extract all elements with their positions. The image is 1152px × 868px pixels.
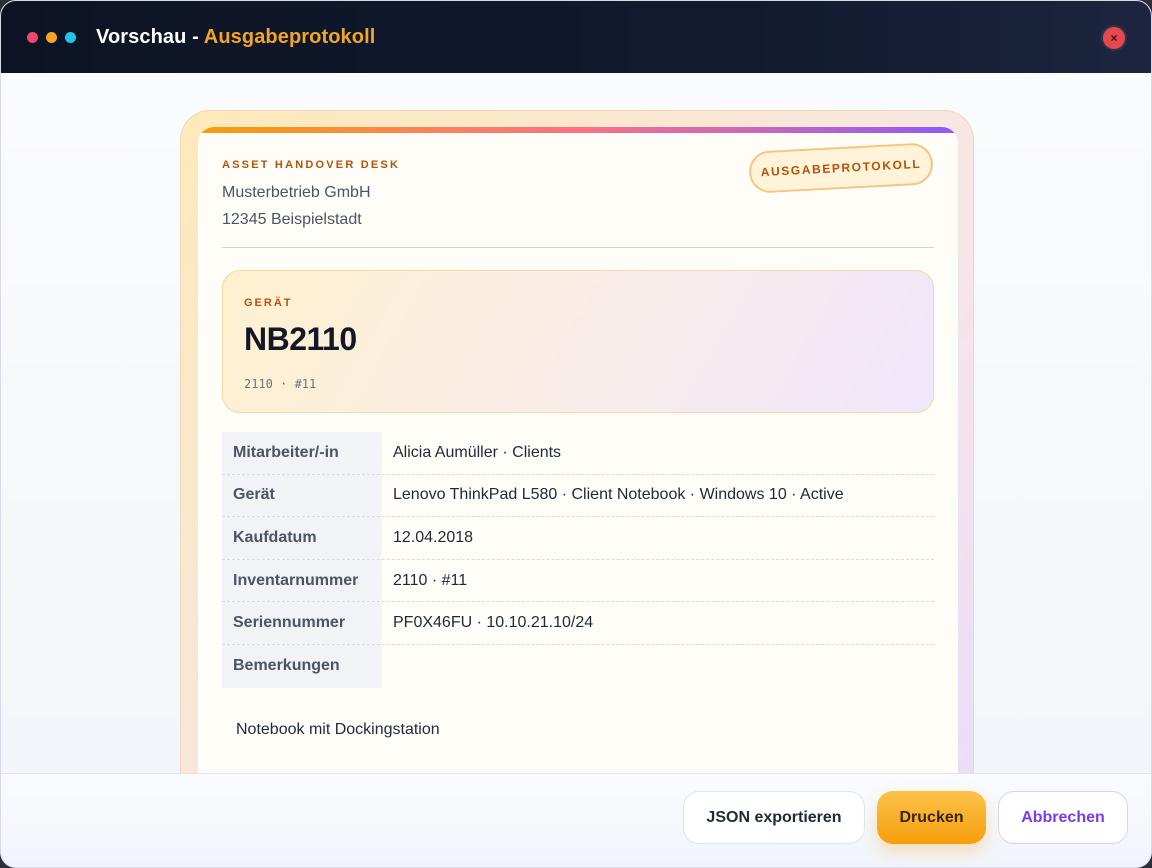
device-summary: GERÄT NB2110 2110 · #11 <box>222 270 934 413</box>
export-json-button[interactable]: JSON exportieren <box>683 791 865 844</box>
row-key: Mitarbeiter/-in <box>222 432 382 474</box>
preview-window: Vorschau - Ausgabeprotokoll × ASSET HAND… <box>0 0 1152 868</box>
row-key: Bemerkungen <box>222 644 382 688</box>
row-value: 12.04.2018 <box>393 528 474 546</box>
table-row: Gerät Lenovo ThinkPad L580 · Client Note… <box>222 474 934 518</box>
row-key: Kaufdatum <box>222 517 382 559</box>
document-accent-bar <box>198 127 958 133</box>
notes-text: Notebook mit Dockingstation <box>236 721 440 738</box>
document-frame: ASSET HANDOVER DESK Musterbetrieb GmbH 1… <box>180 110 974 773</box>
handover-document: ASSET HANDOVER DESK Musterbetrieb GmbH 1… <box>198 127 958 773</box>
row-value <box>382 645 934 688</box>
yellow-dot-icon[interactable] <box>46 31 57 43</box>
window-controls <box>27 31 76 43</box>
device-subtitle: 2110 · #11 <box>244 377 317 391</box>
close-icon[interactable]: × <box>1103 27 1125 49</box>
window-title-accent: Ausgabeprotokoll <box>203 25 376 48</box>
header-divider <box>222 247 934 248</box>
company-city: 12345 Beispielstadt <box>222 211 362 228</box>
company-name: Musterbetrieb GmbH <box>222 184 371 201</box>
row-value: Lenovo ThinkPad L580 · Client Notebook ·… <box>393 486 844 504</box>
info-table: Mitarbeiter/-in Alicia Aumüller · Client… <box>222 432 934 688</box>
protocol-stamp: AUSGABEPROTOKOLL <box>748 142 934 194</box>
row-value: PF0X46FU · 10.10.21.10/24 <box>393 614 594 632</box>
device-label: GERÄT <box>244 297 293 309</box>
cyan-dot-icon[interactable] <box>65 31 76 43</box>
red-dot-icon[interactable] <box>27 31 38 43</box>
row-value: 2110 · #11 <box>393 571 468 589</box>
window-title-prefix: Vorschau - <box>96 25 204 48</box>
preview-content: ASSET HANDOVER DESK Musterbetrieb GmbH 1… <box>1 73 1151 773</box>
footer-actions: JSON exportieren Drucken Abbrechen <box>1 773 1151 867</box>
table-row: Mitarbeiter/-in Alicia Aumüller · Client… <box>222 432 934 475</box>
table-row: Kaufdatum 12.04.2018 <box>222 517 934 560</box>
row-value: Alicia Aumüller · Clients <box>393 443 562 461</box>
table-row: Bemerkungen <box>222 644 934 688</box>
print-button[interactable]: Drucken <box>877 791 986 844</box>
cancel-button[interactable]: Abbrechen <box>998 791 1128 844</box>
table-row: Inventarnummer 2110 · #11 <box>222 559 934 603</box>
row-key: Seriennummer <box>222 602 382 644</box>
document-kicker: ASSET HANDOVER DESK <box>222 159 401 171</box>
device-name: NB2110 <box>244 321 357 357</box>
row-key: Gerät <box>222 474 382 517</box>
window-title: Vorschau - Ausgabeprotokoll <box>96 26 375 49</box>
table-row: Seriennummer PF0X46FU · 10.10.21.10/24 <box>222 602 934 645</box>
title-bar: Vorschau - Ausgabeprotokoll × <box>1 1 1151 73</box>
row-key: Inventarnummer <box>222 559 382 602</box>
